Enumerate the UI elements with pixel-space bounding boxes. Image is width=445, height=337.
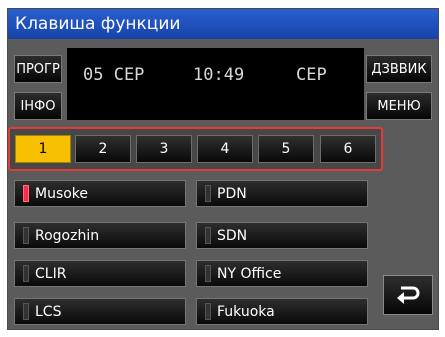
window-title: Клавиша функции [8, 9, 438, 39]
function-key-label: NY Office [217, 265, 282, 282]
function-key-lcs[interactable]: LCS [14, 298, 186, 325]
page-button-1[interactable]: 1 [15, 135, 71, 163]
page-button-2[interactable]: 2 [75, 135, 131, 163]
led-indicator [23, 185, 29, 202]
enter-button[interactable] [383, 275, 433, 315]
led-indicator [205, 303, 211, 320]
menu-button[interactable]: МЕНЮ [366, 92, 432, 120]
page-button-4[interactable]: 4 [197, 135, 253, 163]
led-indicator [23, 227, 29, 244]
display-time: 10:49 [193, 65, 245, 85]
function-key-label: Fukuoka [217, 303, 275, 320]
function-key-label: LCS [35, 303, 62, 320]
info-button[interactable]: ІНФО [14, 92, 62, 120]
function-key-pdn[interactable]: PDN [196, 180, 368, 207]
function-key-clir[interactable]: CLIR [14, 260, 186, 287]
page-button-5[interactable]: 5 [258, 135, 314, 163]
led-indicator [205, 227, 211, 244]
function-key-musoke[interactable]: Musoke [14, 180, 186, 207]
status-display: 05 СЕР 10:49 СЕР [67, 48, 364, 120]
enter-return-icon [397, 286, 420, 304]
dzvvik-button[interactable]: ДЗВВИК [366, 55, 432, 83]
display-date: 05 СЕР [83, 65, 145, 85]
function-key-sdn[interactable]: SDN [196, 222, 368, 249]
progr-button[interactable]: ПРОГР [14, 55, 62, 83]
function-key-label: CLIR [35, 265, 67, 282]
page-button-6[interactable]: 6 [320, 135, 376, 163]
page-button-3[interactable]: 3 [136, 135, 192, 163]
led-indicator [205, 185, 211, 202]
function-key-ny-office[interactable]: NY Office [196, 260, 368, 287]
function-key-label: PDN [217, 185, 247, 202]
function-key-label: Rogozhin [35, 227, 100, 244]
led-indicator [205, 265, 211, 282]
function-key-label: Musoke [35, 185, 89, 202]
display-weekday: СЕР [296, 65, 327, 85]
led-indicator [23, 303, 29, 320]
function-key-rogozhin[interactable]: Rogozhin [14, 222, 186, 249]
led-indicator [23, 265, 29, 282]
function-key-label: SDN [217, 227, 248, 244]
function-key-fukuoka[interactable]: Fukuoka [196, 298, 368, 325]
